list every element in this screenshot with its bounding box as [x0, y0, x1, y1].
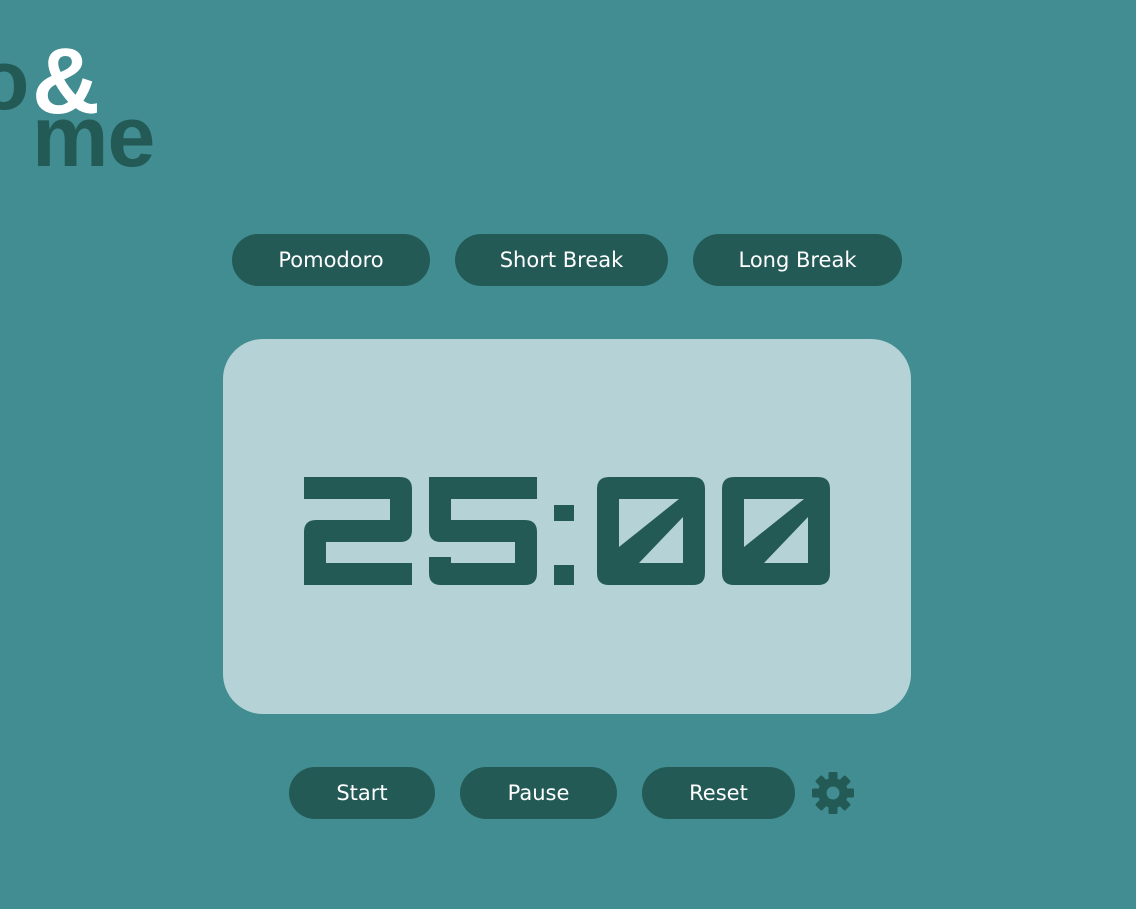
timer-digit [429, 477, 537, 585]
gear-icon[interactable] [810, 770, 856, 816]
short-break-button[interactable]: Short Break [455, 234, 668, 286]
timer-card [223, 339, 911, 714]
pause-button[interactable]: Pause [460, 767, 617, 819]
timer-digit [554, 505, 574, 585]
logo: o me & [0, 0, 200, 190]
logo-letter-o: o [0, 33, 30, 127]
app-page: o me & Pomodoro Short Break Long Break S… [0, 0, 1136, 909]
timer-digit [304, 477, 412, 585]
logo-ampersand: & [32, 28, 100, 133]
timer-digit [597, 477, 705, 585]
timer-display [304, 477, 830, 585]
pomodoro-button[interactable]: Pomodoro [232, 234, 430, 286]
long-break-button[interactable]: Long Break [693, 234, 902, 286]
reset-button[interactable]: Reset [642, 767, 795, 819]
start-button[interactable]: Start [289, 767, 435, 819]
timer-digit [722, 477, 830, 585]
